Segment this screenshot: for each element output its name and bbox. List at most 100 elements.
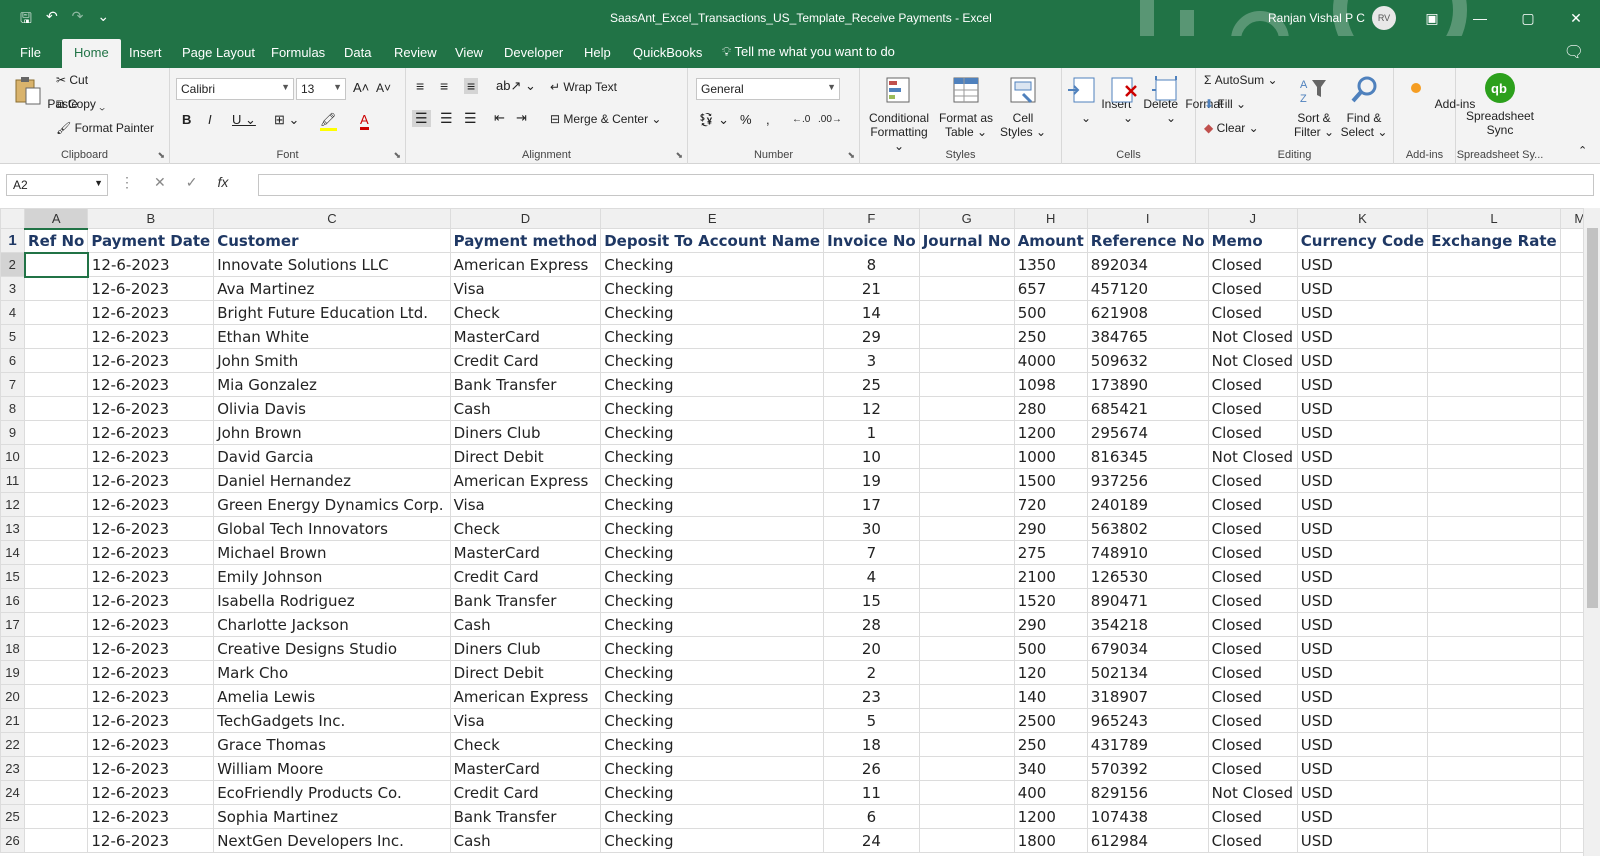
cell[interactable]: 2500 <box>1013 708 1088 733</box>
cell[interactable]: 1500 <box>1013 468 1088 493</box>
cell[interactable] <box>24 684 89 709</box>
comma-icon[interactable]: , <box>766 112 770 127</box>
row-header[interactable]: 7 <box>0 372 26 397</box>
cell[interactable]: 240189 <box>1086 492 1209 517</box>
cell[interactable] <box>24 420 89 445</box>
cell[interactable] <box>1427 804 1561 829</box>
align-center-icon[interactable]: ☰ <box>440 110 453 127</box>
format-cells-button[interactable]: Format ⌄ <box>1150 74 1223 125</box>
header-cell[interactable]: Payment method <box>449 228 602 253</box>
cell[interactable] <box>918 324 1015 349</box>
cell[interactable]: Checking <box>600 372 825 397</box>
cell[interactable]: USD <box>1296 252 1429 277</box>
cell[interactable] <box>918 804 1015 829</box>
cell[interactable]: Closed <box>1207 252 1298 277</box>
align-bottom-icon[interactable]: ≡ <box>464 78 479 94</box>
cell[interactable] <box>918 468 1015 493</box>
cell[interactable] <box>918 828 1015 853</box>
cell[interactable] <box>24 564 89 589</box>
cell[interactable] <box>1427 444 1561 469</box>
cell[interactable]: 26 <box>823 756 920 781</box>
cell[interactable]: Closed <box>1207 804 1298 829</box>
cell[interactable]: 1000 <box>1013 444 1088 469</box>
cell[interactable]: Closed <box>1207 732 1298 757</box>
cell[interactable]: 892034 <box>1086 252 1209 277</box>
cell[interactable]: Diners Club <box>449 636 602 661</box>
cut-button[interactable]: ✂ Cut <box>56 73 88 87</box>
cell[interactable]: Checking <box>600 468 825 493</box>
cell[interactable]: 4000 <box>1013 348 1088 373</box>
cell[interactable]: Ava Martinez <box>213 276 451 301</box>
header-cell[interactable]: Reference No <box>1086 228 1209 253</box>
cell[interactable] <box>24 324 89 349</box>
cell[interactable]: Closed <box>1207 420 1298 445</box>
cell[interactable]: 140 <box>1013 684 1088 709</box>
tab-quickbooks[interactable]: QuickBooks <box>633 45 702 60</box>
wrap-text-button[interactable]: ↵ Wrap Text <box>550 80 617 94</box>
cell[interactable]: 12-6-2023 <box>87 492 215 517</box>
cell[interactable]: American Express <box>449 468 602 493</box>
cell[interactable] <box>1427 348 1561 373</box>
cell[interactable]: Checking <box>600 492 825 517</box>
merge-center-button[interactable]: ⊟ Merge & Center ⌄ <box>550 112 661 126</box>
column-header[interactable]: L <box>1427 208 1561 229</box>
header-cell[interactable]: Ref No <box>24 228 89 253</box>
cell[interactable] <box>918 300 1015 325</box>
cell[interactable]: 126530 <box>1086 564 1209 589</box>
cell[interactable]: John Brown <box>213 420 451 445</box>
cell[interactable]: Global Tech Innovators <box>213 516 451 541</box>
minimize-button[interactable]: — <box>1456 0 1504 36</box>
cell[interactable]: Checking <box>600 564 825 589</box>
cell[interactable]: 17 <box>823 492 920 517</box>
cell[interactable]: USD <box>1296 324 1429 349</box>
cell[interactable]: USD <box>1296 828 1429 853</box>
cell[interactable]: 290 <box>1013 516 1088 541</box>
cell[interactable]: Olivia Davis <box>213 396 451 421</box>
cell[interactable]: 7 <box>823 540 920 565</box>
cell[interactable] <box>1427 660 1561 685</box>
cell[interactable]: USD <box>1296 684 1429 709</box>
cell[interactable] <box>24 708 89 733</box>
paste-button[interactable]: Paste <box>12 74 78 111</box>
cell[interactable]: Visa <box>449 708 602 733</box>
cell[interactable]: 6 <box>823 804 920 829</box>
cell[interactable]: Checking <box>600 804 825 829</box>
cell[interactable]: Checking <box>600 732 825 757</box>
cell[interactable]: MasterCard <box>449 756 602 781</box>
cell[interactable]: 400 <box>1013 780 1088 805</box>
cell[interactable]: 12-6-2023 <box>87 660 215 685</box>
cell[interactable]: Checking <box>600 636 825 661</box>
cell[interactable] <box>24 396 89 421</box>
cell[interactable]: 12-6-2023 <box>87 684 215 709</box>
cell[interactable]: USD <box>1296 588 1429 613</box>
cell[interactable]: 816345 <box>1086 444 1209 469</box>
cell[interactable]: Checking <box>600 588 825 613</box>
tab-home[interactable]: Home <box>62 39 121 68</box>
cell[interactable]: Closed <box>1207 756 1298 781</box>
cell[interactable]: USD <box>1296 708 1429 733</box>
cell[interactable]: 12-6-2023 <box>87 420 215 445</box>
column-header[interactable]: B <box>87 208 215 229</box>
cell[interactable]: Closed <box>1207 708 1298 733</box>
cell[interactable]: USD <box>1296 780 1429 805</box>
format-as-table-button[interactable]: Format as Table ⌄ <box>936 74 996 139</box>
cell[interactable]: 829156 <box>1086 780 1209 805</box>
cell[interactable]: 500 <box>1013 636 1088 661</box>
cell[interactable] <box>1427 516 1561 541</box>
header-cell[interactable]: Payment Date <box>87 228 215 253</box>
cell[interactable]: Innovate Solutions LLC <box>213 252 451 277</box>
cell[interactable]: Checking <box>600 420 825 445</box>
cell[interactable]: Mia Gonzalez <box>213 372 451 397</box>
cell[interactable]: Closed <box>1207 276 1298 301</box>
cell[interactable]: Closed <box>1207 492 1298 517</box>
cell[interactable]: Checking <box>600 684 825 709</box>
cell[interactable]: Checking <box>600 348 825 373</box>
cell[interactable]: 12-6-2023 <box>87 540 215 565</box>
cell[interactable]: MasterCard <box>449 540 602 565</box>
tab-file[interactable]: File <box>20 45 41 60</box>
cell[interactable] <box>1427 756 1561 781</box>
cell[interactable]: 12-6-2023 <box>87 276 215 301</box>
borders-icon[interactable]: ⊞ ⌄ <box>274 112 299 128</box>
cell[interactable] <box>24 756 89 781</box>
cell[interactable]: Not Closed <box>1207 348 1298 373</box>
